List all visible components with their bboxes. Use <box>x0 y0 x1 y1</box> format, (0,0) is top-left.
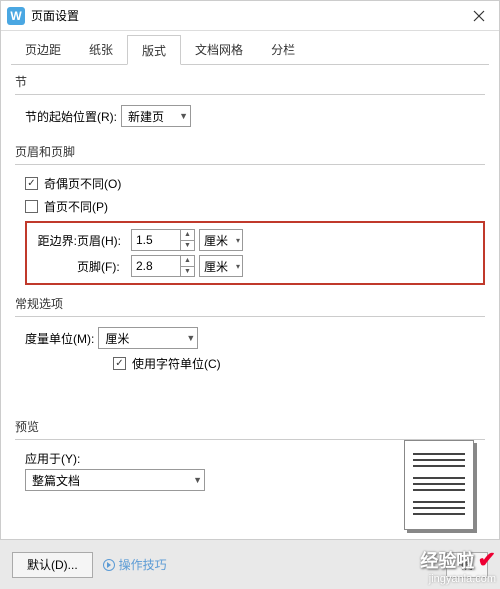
tab-layout[interactable]: 版式 <box>127 35 181 65</box>
arrow-up-icon[interactable]: ▲ <box>180 256 194 267</box>
apply-value: 整篇文档 <box>32 472 80 489</box>
spinner-arrows[interactable]: ▲▼ <box>180 256 194 276</box>
unit-value: 厘米 <box>105 330 129 347</box>
dialog-footer: 默认(D)... 操作技巧 确 <box>0 539 500 589</box>
first-page-checkbox[interactable] <box>25 200 38 213</box>
footer-distance-value: 2.8 <box>136 259 153 273</box>
header-distance-label: 页眉(H): <box>77 232 127 249</box>
play-icon <box>103 559 115 571</box>
header-unit-select[interactable]: 厘米 ▾ <box>199 229 243 251</box>
tab-margins[interactable]: 页边距 <box>11 35 75 65</box>
close-button[interactable] <box>459 1 499 31</box>
section-start-value: 新建页 <box>128 108 164 125</box>
header-footer-legend: 页眉和页脚 <box>15 143 485 160</box>
section-start-label: 节的起始位置(R): <box>25 108 117 125</box>
close-icon <box>473 10 485 22</box>
apply-select[interactable]: 整篇文档 ▼ <box>25 469 205 491</box>
footer-distance-input[interactable]: 2.8 ▲▼ <box>131 255 195 277</box>
tips-link[interactable]: 操作技巧 <box>103 556 167 573</box>
title-bar: W 页面设置 <box>1 1 499 31</box>
section-legend: 节 <box>15 73 485 90</box>
chevron-down-icon: ▼ <box>186 333 195 343</box>
char-unit-checkbox[interactable]: ✓ <box>113 357 126 370</box>
tips-label: 操作技巧 <box>119 556 167 573</box>
section-start-select[interactable]: 新建页 ▼ <box>121 105 191 127</box>
spinner-arrows[interactable]: ▲▼ <box>180 230 194 250</box>
chevron-down-icon: ▼ <box>193 475 202 485</box>
default-button[interactable]: 默认(D)... <box>12 552 93 578</box>
tab-grid[interactable]: 文档网格 <box>181 35 257 65</box>
unit-label: 度量单位(M): <box>25 330 94 347</box>
distance-prefix: 距边界: <box>33 232 77 249</box>
general-group: 常规选项 度量单位(M): 厘米 ▼ ✓ 使用字符单位(C) <box>15 295 485 378</box>
content-area: 节 节的起始位置(R): 新建页 ▼ 页眉和页脚 ✓ 奇偶页不同(O) 首页不同… <box>1 65 499 497</box>
section-group: 节 节的起始位置(R): 新建页 ▼ <box>15 73 485 133</box>
arrow-down-icon[interactable]: ▼ <box>180 241 194 251</box>
general-legend: 常规选项 <box>15 295 485 312</box>
tab-paper[interactable]: 纸张 <box>75 35 127 65</box>
tab-bar: 页边距 纸张 版式 文档网格 分栏 <box>11 35 489 65</box>
chevron-down-icon: ▼ <box>179 111 188 121</box>
page-preview <box>404 440 474 530</box>
first-page-label: 首页不同(P) <box>44 198 108 215</box>
odd-even-checkbox[interactable]: ✓ <box>25 177 38 190</box>
odd-even-label: 奇偶页不同(O) <box>44 175 121 192</box>
window-title: 页面设置 <box>31 7 459 24</box>
distance-highlight: 距边界: 页眉(H): 1.5 ▲▼ 厘米▾ 页脚(F): 2.8 ▲▼ <box>25 221 485 285</box>
char-unit-label: 使用字符单位(C) <box>132 355 221 372</box>
footer-distance-label: 页脚(F): <box>77 258 127 275</box>
header-distance-input[interactable]: 1.5 ▲▼ <box>131 229 195 251</box>
preview-legend: 预览 <box>15 418 485 435</box>
header-distance-value: 1.5 <box>136 233 153 247</box>
arrow-down-icon[interactable]: ▼ <box>180 267 194 277</box>
tab-columns[interactable]: 分栏 <box>257 35 309 65</box>
header-unit-value: 厘米 <box>204 232 228 249</box>
footer-unit-select[interactable]: 厘米 ▾ <box>199 255 243 277</box>
chevron-down-icon: ▾ <box>236 262 240 271</box>
footer-unit-value: 厘米 <box>204 258 228 275</box>
apply-label: 应用于(Y): <box>25 450 80 467</box>
arrow-up-icon[interactable]: ▲ <box>180 230 194 241</box>
app-icon: W <box>7 7 25 25</box>
header-footer-group: 页眉和页脚 ✓ 奇偶页不同(O) 首页不同(P) 距边界: 页眉(H): 1.5… <box>15 143 485 285</box>
ok-button[interactable]: 确 <box>446 552 488 578</box>
chevron-down-icon: ▾ <box>236 236 240 245</box>
unit-select[interactable]: 厘米 ▼ <box>98 327 198 349</box>
